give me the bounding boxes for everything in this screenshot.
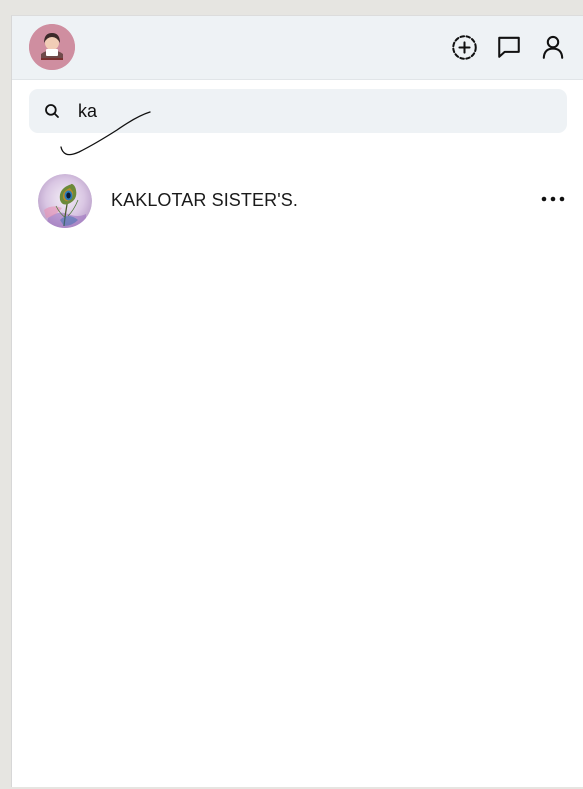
header — [12, 16, 583, 80]
peacock-feather-image — [38, 174, 92, 228]
my-avatar[interactable] — [29, 24, 75, 70]
result-name: KAKLOTAR SISTER'S. — [111, 190, 298, 210]
messages-button[interactable] — [494, 32, 524, 62]
more-options-button[interactable] — [539, 187, 567, 211]
profile-button[interactable] — [538, 32, 568, 62]
avatar-illustration — [29, 24, 75, 70]
profile-icon — [542, 35, 564, 59]
add-story-icon — [451, 34, 477, 60]
chat-icon — [498, 36, 520, 58]
add-story-button[interactable] — [449, 32, 479, 62]
search-result-item[interactable]: KAKLOTAR SISTER'S. — [12, 170, 583, 232]
search-bar[interactable] — [29, 89, 567, 133]
search-icon — [45, 104, 59, 118]
search-input[interactable] — [78, 97, 548, 125]
group-avatar — [38, 174, 92, 228]
more-horizontal-icon — [541, 196, 565, 202]
chat-panel: KAKLOTAR SISTER'S. — [11, 15, 583, 787]
